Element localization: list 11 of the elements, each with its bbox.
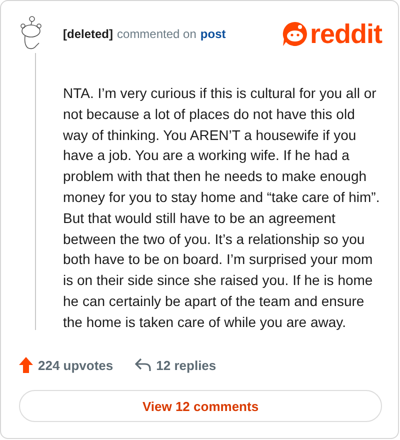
logo-wordmark: reddit [310, 20, 382, 48]
comment-text: NTA. I’m very curious if this is cultural for you all or not because a lot of places do not have this old way of thinking. You AREN’T a housewife if you have a job. You are a working wife. If he had a problem with that then he needs to make enough money for you to stay home and “take care of him”. But that would still have to be an agreement between the two of you. It’s a relationship so you both have to be on board. I’m surprised your mom is on their side since she raised you. If he is home he can certainly be apart of the team and ensure the home is taken care of while you are away. [63, 84, 381, 332]
upvote-count: 224 upvotes [38, 358, 114, 372]
upvote-icon[interactable] [19, 357, 33, 373]
alien-logo-icon [282, 21, 308, 47]
view-comments-button[interactable]: View 12 comments [19, 390, 382, 422]
post-link[interactable]: post [200, 27, 226, 41]
action-text: commented on [117, 27, 196, 41]
reply-icon[interactable] [135, 358, 152, 372]
author-name[interactable]: [deleted] [63, 27, 114, 41]
reply-count: 12 replies [156, 358, 216, 372]
